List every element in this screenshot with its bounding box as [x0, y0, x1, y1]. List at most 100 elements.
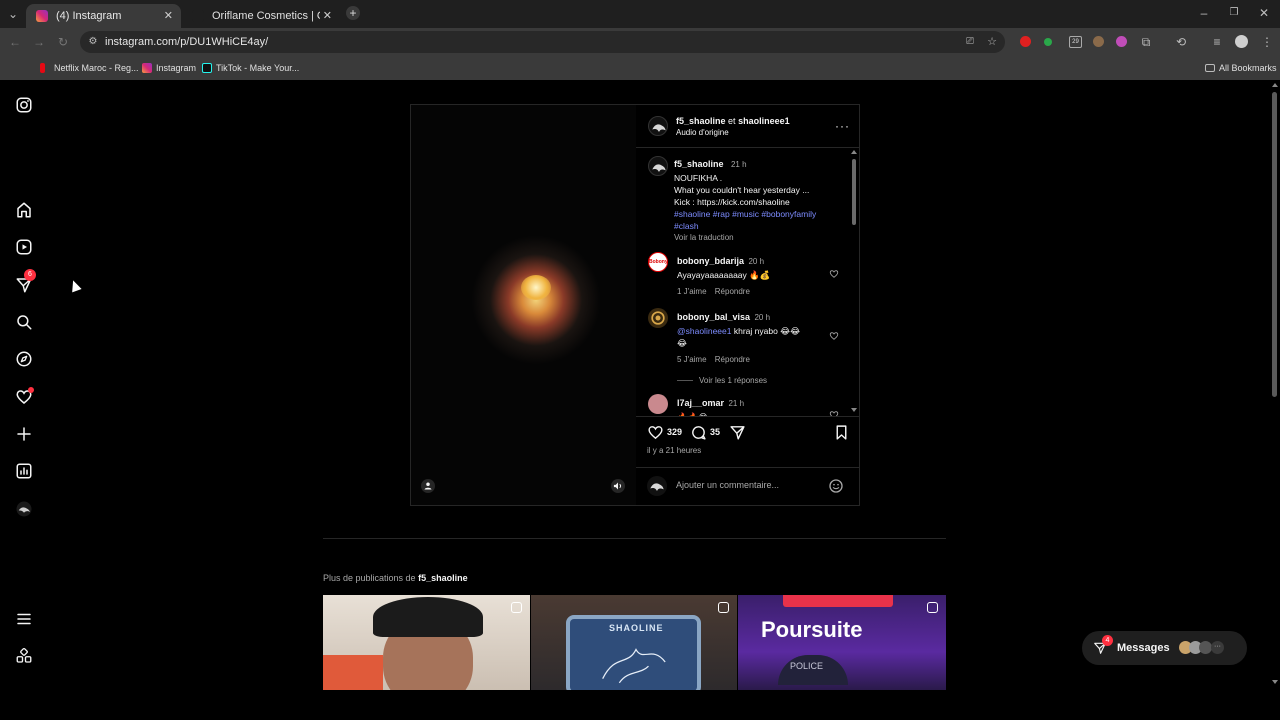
create-plus-icon[interactable] [15, 425, 33, 443]
bookmark-netflix[interactable]: Netflix Maroc - Reg... [40, 58, 139, 78]
browser-menu-icon[interactable]: ⋮ [1260, 35, 1274, 49]
emoji-picker-icon[interactable] [828, 478, 844, 494]
explore-compass-icon[interactable] [15, 350, 33, 368]
tab-search-icon[interactable]: ≡ [1210, 35, 1224, 49]
scroll-up-arrow-icon[interactable] [851, 150, 857, 154]
actions-divider [636, 416, 860, 417]
maximize-icon[interactable]: ❐ [1227, 6, 1241, 20]
thumb-police-text: POLICE [790, 661, 824, 671]
header-username-2[interactable]: shaolineee1 [738, 116, 790, 126]
comment-username[interactable]: l7aj__omar [677, 398, 724, 408]
dashboard-icon[interactable] [15, 462, 33, 480]
caption-username[interactable]: f5_shaoline [674, 159, 724, 169]
comment-like-heart-icon[interactable] [829, 331, 839, 341]
extension-calendar-icon[interactable]: 29 [1069, 36, 1082, 48]
comment-avatar[interactable]: Bobony [648, 252, 668, 272]
header-avatar[interactable] [648, 116, 668, 136]
like-count[interactable]: 329 [667, 427, 682, 437]
search-icon[interactable] [15, 313, 33, 331]
comment-like-heart-icon[interactable] [829, 269, 839, 279]
comment-username[interactable]: bobony_bdarija [677, 256, 744, 266]
close-tab-icon[interactable]: ✕ [323, 4, 332, 28]
also-from-meta-icon[interactable] [15, 647, 33, 665]
comment-bubble-icon[interactable] [690, 424, 707, 441]
reel-icon [718, 602, 729, 613]
messages-badge: 4 [1102, 635, 1113, 646]
more-posts-username[interactable]: f5_shaoline [418, 573, 468, 583]
comment-avatar[interactable] [648, 308, 668, 328]
new-tab-icon[interactable]: + [346, 6, 360, 20]
page-scroll-thumb[interactable] [1272, 92, 1277, 397]
comment-count[interactable]: 35 [710, 427, 720, 437]
share-icon[interactable] [729, 424, 746, 441]
post-thumbnail[interactable]: Poursuite POLICE [738, 595, 946, 690]
comments-scroll-area[interactable]: f5_shaoline 21 h NOUFIKHA . What you cou… [636, 148, 860, 416]
profile-avatar[interactable] [15, 500, 33, 518]
comment-username[interactable]: bobony_bal_visa [677, 312, 750, 322]
scroll-thumb[interactable] [852, 159, 856, 225]
add-comment-input[interactable]: Ajouter un commentaire... [676, 480, 779, 490]
forward-icon[interactable]: → [32, 35, 46, 49]
comments-scrollbar[interactable] [850, 149, 858, 415]
instagram-logo-icon[interactable] [15, 96, 33, 114]
more-menu-icon[interactable] [15, 610, 33, 628]
post-thumbnail[interactable]: SHAOLINE [531, 595, 737, 690]
all-bookmarks[interactable]: All Bookmarks [1205, 58, 1277, 78]
translate-link[interactable]: Voir la traduction [674, 233, 844, 242]
notifications-heart-icon[interactable] [15, 387, 34, 406]
comment-mention[interactable]: @shaolineee1 [677, 326, 731, 336]
minimize-icon[interactable]: – [1197, 6, 1211, 20]
caption-hashtag-clash[interactable]: #clash [674, 220, 844, 232]
history-icon[interactable]: ⟲ [1174, 35, 1188, 49]
comment-likes[interactable]: 5 J'aime [677, 355, 707, 364]
more-options-icon[interactable]: ··· [835, 119, 850, 133]
scroll-down-arrow-icon[interactable] [851, 408, 857, 412]
install-app-icon[interactable]: ⎚ [963, 35, 977, 49]
bookmark-instagram[interactable]: Instagram [142, 58, 196, 78]
tab-instagram[interactable]: (4) Instagram ✕ [26, 4, 181, 28]
messages-button[interactable]: 4 Messages ··· [1082, 631, 1247, 665]
scroll-down-arrow-icon[interactable] [1272, 680, 1278, 684]
tab-list-chevron-icon[interactable]: ⌄ [6, 7, 20, 21]
home-icon[interactable] [15, 201, 33, 219]
comment-likes[interactable]: 1 J'aime [677, 287, 707, 296]
address-bar[interactable]: ⚙ instagram.com/p/DU1WHiCE4ay/ ⎚ ☆ [80, 31, 1005, 53]
caption-avatar[interactable] [648, 156, 668, 176]
extension-pink-icon[interactable] [1116, 36, 1127, 47]
profile-avatar-icon[interactable] [1235, 35, 1248, 48]
header-username-1[interactable]: f5_shaoline [676, 116, 726, 126]
audio-label[interactable]: Audio d'origine [676, 127, 729, 139]
save-bookmark-icon[interactable] [833, 424, 850, 441]
direct-messages-icon[interactable]: 6 [15, 269, 36, 294]
replies-line [677, 380, 693, 382]
comment-2: bobony_bal_visa 20 h @shaolineee1 khraj … [677, 307, 827, 385]
site-info-icon[interactable]: ⚙ [86, 35, 100, 49]
page-scrollbar[interactable] [1270, 80, 1280, 690]
extension-cookie-icon[interactable] [1093, 36, 1104, 47]
audio-volume-icon[interactable] [611, 479, 625, 493]
scroll-up-arrow-icon[interactable] [1272, 83, 1278, 87]
bookmark-star-icon[interactable]: ☆ [985, 35, 999, 49]
comment-reply[interactable]: Répondre [715, 287, 750, 296]
comment-avatar[interactable] [648, 394, 668, 414]
back-icon[interactable]: ← [8, 35, 22, 49]
reload-icon[interactable]: ↻ [56, 35, 70, 49]
post-timestamp[interactable]: il y a 21 heures [647, 446, 701, 455]
close-tab-icon[interactable]: ✕ [164, 4, 173, 28]
bookmark-tiktok[interactable]: TikTok - Make Your... [202, 58, 299, 78]
caption-line-3[interactable]: Kick : https://kick.com/shaoline [674, 196, 844, 208]
post-thumbnail[interactable] [323, 595, 530, 690]
video-player[interactable] [411, 105, 636, 505]
reels-icon[interactable] [15, 238, 33, 256]
close-window-icon[interactable]: ✕ [1257, 6, 1271, 20]
view-replies[interactable]: Voir les 1 réponses [677, 376, 827, 385]
extension-puzzle-icon[interactable]: ⧉ [1139, 35, 1153, 49]
tab-oriflame[interactable]: Oriflame Cosmetics | Oriflame C ✕ [182, 4, 340, 28]
comment-reply[interactable]: Répondre [715, 355, 750, 364]
like-heart-icon[interactable] [647, 424, 664, 441]
extension-green-icon[interactable] [1044, 38, 1052, 46]
tagged-users-icon[interactable] [421, 479, 435, 493]
extension-red-icon[interactable] [1020, 36, 1031, 47]
caption-hashtags[interactable]: #shaoline #rap #music #bobonyfamily [674, 208, 844, 220]
thumb-shirt [323, 655, 383, 690]
